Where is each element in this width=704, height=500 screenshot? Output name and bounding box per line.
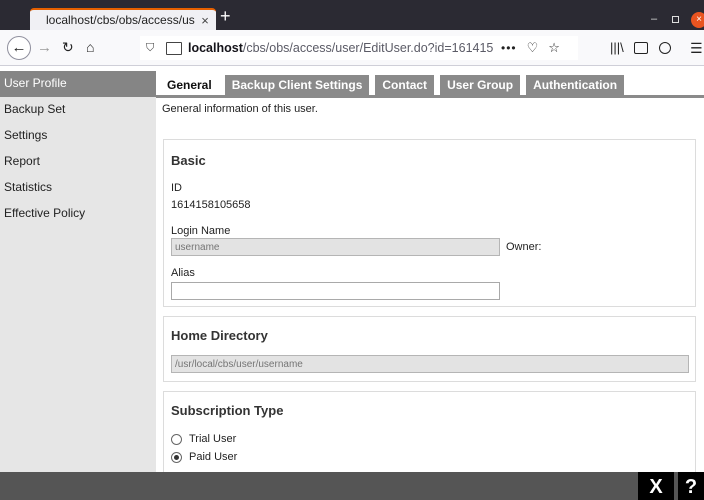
- tab-contact[interactable]: Contact: [375, 75, 435, 95]
- sidebar-item-report[interactable]: Report: [0, 149, 156, 175]
- tab-general[interactable]: General: [160, 75, 219, 95]
- basic-section-title: Basic: [171, 153, 206, 168]
- hamburger-menu-icon[interactable]: ☰: [690, 40, 703, 57]
- id-label: ID: [171, 182, 182, 194]
- star-icon[interactable]: ☆: [548, 40, 560, 56]
- browser-nav-bar: ← → ↻ ⌂ ⛉ localhost/cbs/obs/access/user/…: [0, 30, 704, 66]
- back-arrow-icon[interactable]: ←: [7, 36, 31, 60]
- paid-user-radio[interactable]: [171, 451, 182, 463]
- alias-input[interactable]: [171, 282, 500, 300]
- browser-tab-title: localhost/cbs/obs/access/us: [46, 13, 195, 27]
- forward-arrow-icon[interactable]: →: [37, 39, 52, 56]
- new-tab-icon[interactable]: +: [220, 6, 231, 26]
- paid-user-option[interactable]: Paid User: [171, 451, 237, 463]
- tab-backup-client-settings[interactable]: Backup Client Settings: [224, 75, 370, 95]
- subscription-title: Subscription Type: [171, 403, 284, 418]
- login-name-label: Login Name: [171, 225, 231, 237]
- home-directory-title: Home Directory: [171, 328, 268, 343]
- intro-text: General information of this user.: [162, 103, 318, 115]
- tab-underline: [156, 95, 704, 98]
- alias-label: Alias: [171, 267, 195, 279]
- shield-icon[interactable]: ⛉: [146, 42, 162, 55]
- browser-tab[interactable]: localhost/cbs/obs/access/us ×: [30, 8, 216, 30]
- maximize-window-icon[interactable]: [672, 16, 679, 23]
- sidebar-item-statistics[interactable]: Statistics: [0, 175, 156, 201]
- sidebar-menu: User Profile Backup Set Settings Report …: [0, 71, 156, 472]
- tab-user-group[interactable]: User Group: [440, 75, 521, 95]
- sidebar-item-user-profile[interactable]: User Profile: [0, 71, 156, 97]
- reload-icon[interactable]: ↻: [62, 39, 74, 56]
- home-icon[interactable]: ⌂: [86, 39, 94, 55]
- page-icon[interactable]: [166, 41, 182, 55]
- browser-tab-strip: localhost/cbs/obs/access/us × + – ×: [0, 0, 704, 30]
- url-text[interactable]: localhost/cbs/obs/access/user/EditUser.d…: [188, 41, 493, 55]
- owner-label: Owner:: [506, 241, 542, 253]
- id-value: 1614158105658: [171, 199, 251, 211]
- tab-authentication[interactable]: Authentication: [526, 75, 625, 95]
- home-directory-section: Home Directory: [163, 316, 696, 382]
- minimize-window-icon[interactable]: –: [651, 13, 657, 25]
- sidebar-item-effective-policy[interactable]: Effective Policy: [0, 201, 156, 227]
- tab-close-icon[interactable]: ×: [198, 13, 212, 28]
- profile-tabs: General Backup Client Settings Contact U…: [160, 75, 630, 95]
- pocket-icon[interactable]: ♡: [527, 40, 539, 56]
- close-button[interactable]: X: [638, 472, 674, 500]
- help-button[interactable]: ?: [678, 472, 704, 500]
- url-host: localhost: [188, 41, 243, 55]
- sidebar-item-backup-set[interactable]: Backup Set: [0, 97, 156, 123]
- paid-user-label: Paid User: [189, 451, 238, 463]
- home-directory-input[interactable]: [171, 355, 689, 373]
- subscription-section: Subscription Type Trial User Paid User: [163, 391, 696, 472]
- page-actions-icon[interactable]: •••: [501, 41, 517, 55]
- library-icon[interactable]: |||\: [610, 40, 624, 55]
- account-icon[interactable]: [659, 42, 671, 54]
- sidebar-icon[interactable]: [634, 42, 648, 54]
- url-path: /cbs/obs/access/user/EditUser.do?id=1614…: [242, 41, 493, 55]
- trial-user-radio[interactable]: [171, 433, 182, 445]
- url-bar[interactable]: ⛉ localhost/cbs/obs/access/user/EditUser…: [140, 36, 578, 60]
- sidebar-item-settings[interactable]: Settings: [0, 123, 156, 149]
- trial-user-option[interactable]: Trial User: [171, 433, 236, 445]
- trial-user-label: Trial User: [189, 433, 237, 445]
- basic-section: Basic ID 1614158105658 Login Name Owner:…: [163, 139, 696, 307]
- main-content: General Backup Client Settings Contact U…: [156, 71, 704, 472]
- close-window-icon[interactable]: ×: [691, 12, 704, 28]
- login-name-input[interactable]: [171, 238, 500, 256]
- bottom-bar: X ?: [0, 472, 704, 500]
